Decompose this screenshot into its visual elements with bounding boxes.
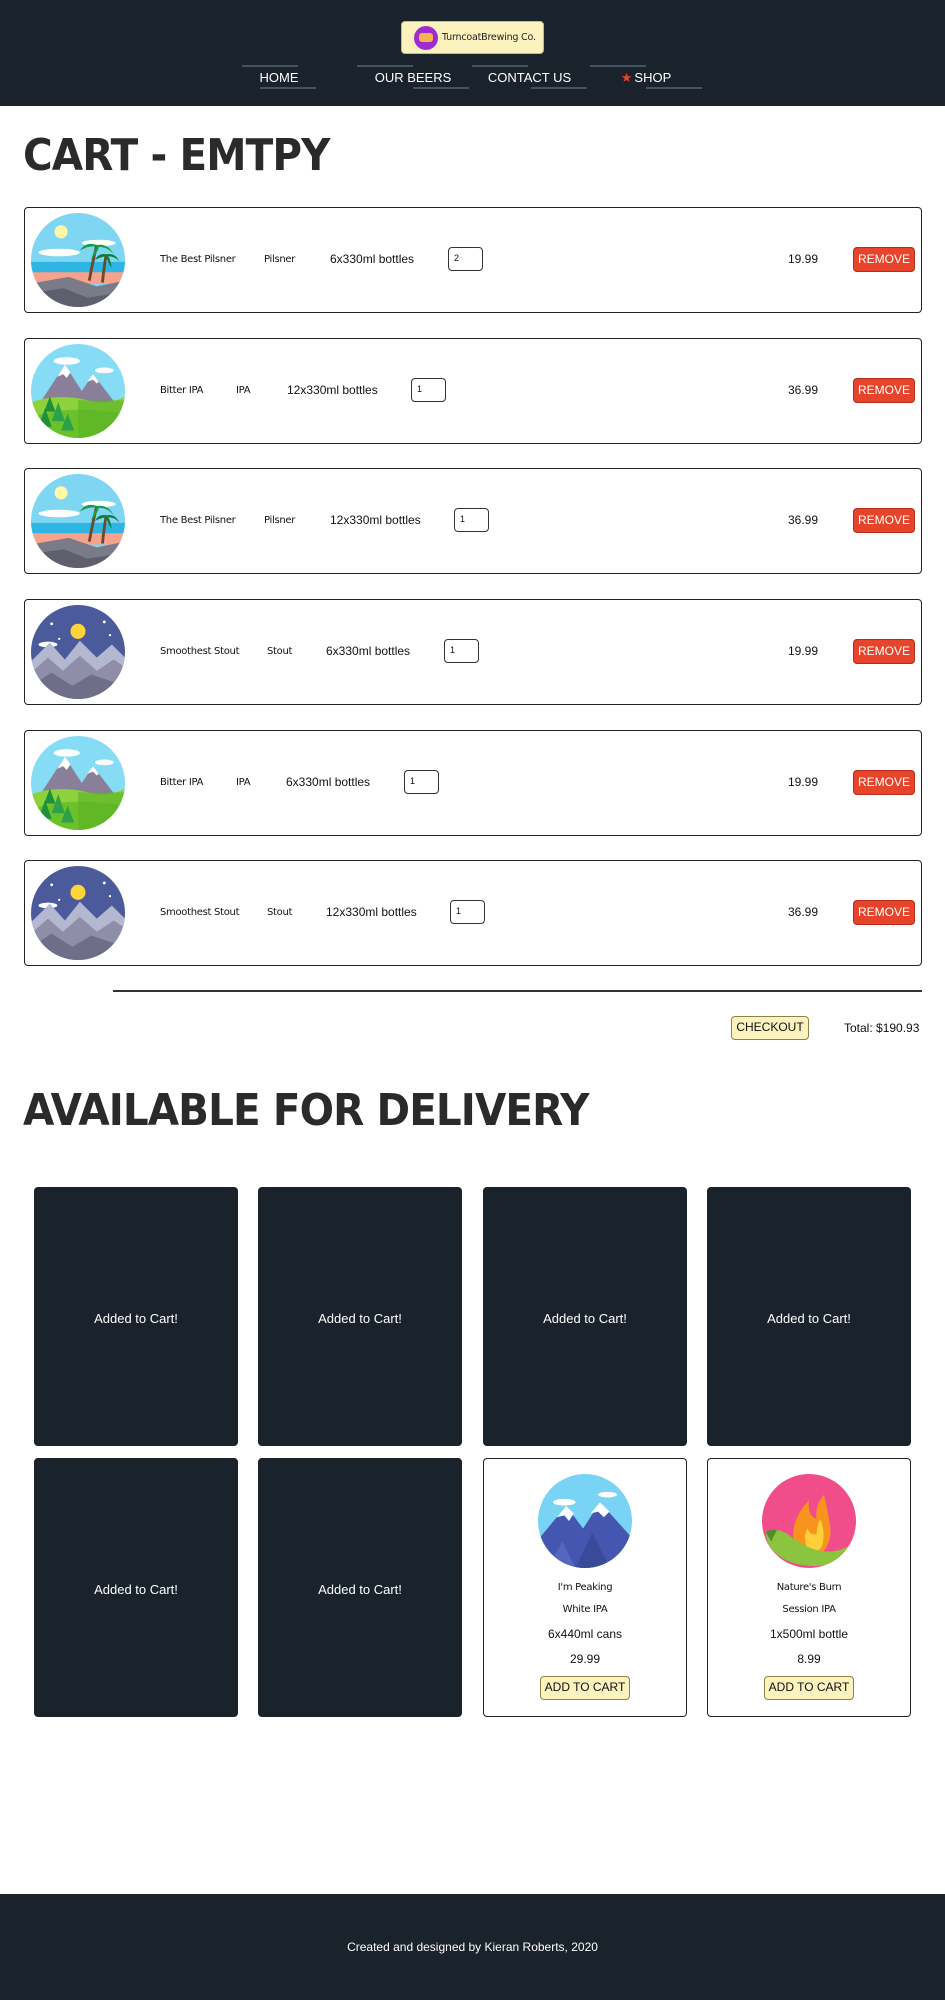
cart-total: Total: $190.93 [844,1021,920,1035]
mountain-forest-icon [31,344,125,438]
cart-item-style: IPA [236,385,251,396]
added-to-cart-text: Added to Cart! [94,1582,178,1597]
cart-item: The Best Pilsner Pilsner 12x330ml bottle… [24,468,922,574]
remove-button[interactable]: REMOVE [853,900,915,925]
nav-home[interactable]: HOME [242,62,316,90]
remove-button[interactable]: REMOVE [853,508,915,533]
remove-button[interactable]: REMOVE [853,247,915,272]
cart-item-price: 36.99 [788,513,819,527]
cart-item: Bitter IPA IPA 6x330ml bottles 1 19.99 R… [24,730,922,836]
add-to-cart-button[interactable]: ADD TO CART [764,1676,854,1700]
product-name: Nature's Burn [776,1582,842,1593]
product-card-added: Added to Cart! [258,1187,462,1446]
cart-item-name: The Best Pilsner [160,254,236,265]
nav-our-beers[interactable]: OUR BEERS [357,62,469,90]
cart-item-name: Smoothest Stout [160,646,240,657]
footer-credit: Created and designed by Kieran Roberts, … [347,1940,598,1954]
site-header: TurncoatBrewing Co. HOME OUR BEERS CONTA… [0,0,945,106]
product-card-added: Added to Cart! [34,1187,238,1446]
beach-palm-icon [31,213,125,307]
quantity-input[interactable]: 1 [450,900,485,924]
nav-shop-label: SHOP [634,70,672,85]
cart-item-price: 19.99 [788,644,819,658]
cart-item-style: IPA [236,777,251,788]
added-to-cart-text: Added to Cart! [543,1311,627,1326]
cart-item-size: 6x330ml bottles [286,775,371,789]
beach-palm-icon [31,474,125,568]
nav-contact-us-label: CONTACT US [487,70,572,85]
cart-item-price: 19.99 [788,775,819,789]
product-card-added: Added to Cart! [707,1187,911,1446]
cart-item-price: 36.99 [788,905,819,919]
brand-name: TurncoatBrewing Co. [442,32,536,43]
cart-item-size: 12x330ml bottles [287,383,378,397]
product-size: 6x440ml cans [547,1627,623,1641]
cart-item: Smoothest Stout Stout 6x330ml bottles 1 … [24,599,922,705]
cart-item-size: 12x330ml bottles [330,513,421,527]
checkout-button[interactable]: CHECKOUT [731,1016,809,1040]
chili-flame-icon [762,1474,856,1568]
product-card-added: Added to Cart! [483,1187,687,1446]
cart-item-price: 19.99 [788,252,819,266]
night-moon-icon [31,866,125,960]
cart-item-size: 6x330ml bottles [326,644,411,658]
mountain-forest-icon [31,736,125,830]
quantity-input[interactable]: 2 [448,247,483,271]
cart-item-size: 12x330ml bottles [326,905,417,919]
added-to-cart-text: Added to Cart! [318,1582,402,1597]
added-to-cart-text: Added to Cart! [94,1311,178,1326]
remove-button[interactable]: REMOVE [853,378,915,403]
cart-item-style: Pilsner [264,515,296,526]
cart-item: Smoothest Stout Stout 12x330ml bottles 1… [24,860,922,966]
quantity-input[interactable]: 1 [404,770,439,794]
nav-contact-us[interactable]: CONTACT US [472,62,587,90]
cart-item-name: The Best Pilsner [160,515,236,526]
cart-item-style: Stout [267,646,293,657]
nav-home-label: HOME [259,70,299,85]
cart-item-name: Bitter IPA [160,777,204,788]
nav-shop[interactable]: ★ SHOP [590,62,702,90]
night-moon-icon [31,605,125,699]
added-to-cart-text: Added to Cart! [767,1311,851,1326]
cart-item-name: Smoothest Stout [160,907,240,918]
cart-item-style: Pilsner [264,254,296,265]
cart-item-name: Bitter IPA [160,385,204,396]
remove-button[interactable]: REMOVE [853,639,915,664]
nav-our-beers-label: OUR BEERS [374,70,452,85]
quantity-input[interactable]: 1 [444,639,479,663]
cart-item: The Best Pilsner Pilsner 6x330ml bottles… [24,207,922,313]
cart-item-size: 6x330ml bottles [330,252,415,266]
quantity-input[interactable]: 1 [411,378,446,402]
product-card-added: Added to Cart! [34,1458,238,1717]
added-to-cart-text: Added to Cart! [318,1311,402,1326]
product-card-added: Added to Cart! [258,1458,462,1717]
remove-button[interactable]: REMOVE [853,770,915,795]
snowy-peaks-icon [538,1474,632,1568]
site-footer: Created and designed by Kieran Roberts, … [0,1894,945,2000]
product-size: 1x500ml bottle [769,1627,849,1641]
available-title: AVAILABLE FOR DELIVERY [23,1085,589,1136]
product-card: Nature's Burn Session IPA 1x500ml bottle… [707,1458,911,1717]
cart-item: Bitter IPA IPA 12x330ml bottles 1 36.99 … [24,338,922,444]
product-price: 8.99 [797,1652,821,1666]
add-to-cart-button[interactable]: ADD TO CART [540,1676,630,1700]
cart-item-style: Stout [267,907,293,918]
product-card: I'm Peaking White IPA 6x440ml cans 29.99… [483,1458,687,1717]
cart-title: CART - EMTPY [23,130,330,181]
product-price: 29.99 [569,1652,601,1666]
beer-glasses-icon [414,25,438,50]
product-style: Session IPA [782,1604,836,1615]
star-icon: ★ [620,70,633,85]
quantity-input[interactable]: 1 [454,508,489,532]
cart-item-price: 36.99 [788,383,819,397]
brand-logo[interactable]: TurncoatBrewing Co. [401,21,544,54]
product-name: I'm Peaking [557,1582,613,1593]
cart-divider [113,990,922,992]
product-style: White IPA [562,1604,608,1615]
